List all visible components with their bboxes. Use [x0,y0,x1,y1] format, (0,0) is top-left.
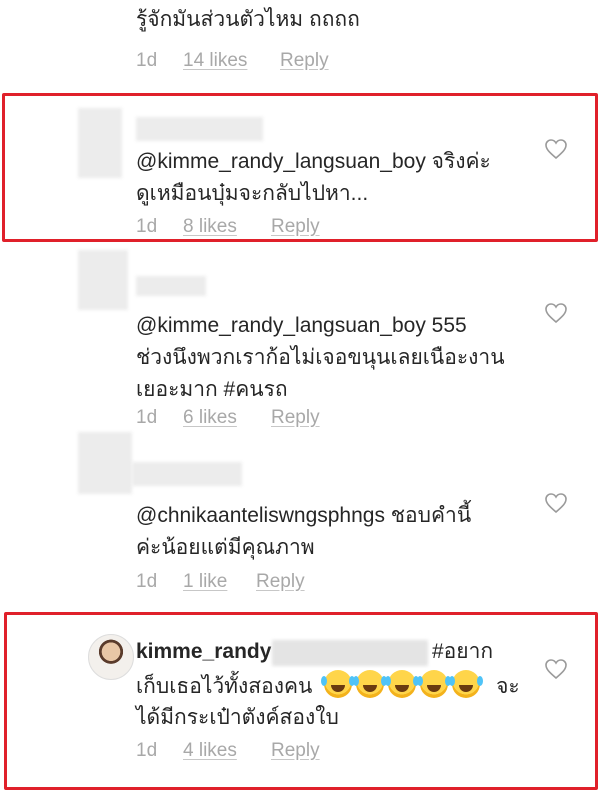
likes-link[interactable]: 1 like [183,571,227,593]
username-blurred [132,462,242,486]
username-blurred [136,117,263,141]
comment-text-line: ดูเหมือนบุ๋มจะกลับไปหา... [136,182,369,205]
comment-text-part: เก็บเธอไว้ทั้งสองคน [136,675,313,698]
likes-link[interactable]: 6 likes [183,407,237,429]
comment-text-line: ได้มีกระเป๋าตังค์สองใบ [136,706,339,729]
heart-outline-icon[interactable] [544,302,568,324]
comment-time: 1d [136,571,158,592]
comment-hashtag[interactable]: #อยาก [432,636,493,668]
laughing-tears-emoji [385,670,417,698]
comment-text-line: เก็บเธอไว้ทั้งสองคน จะ [136,670,520,703]
avatar-blurred [78,432,132,494]
heart-outline-icon[interactable] [544,138,568,160]
comment-username[interactable]: kimme_randy [136,636,271,668]
comment-time: 1d [136,740,158,761]
avatar-blurred [78,108,122,178]
user-avatar[interactable] [88,634,134,680]
comment-text-part: จะ [496,675,520,698]
avatar-blurred [78,250,128,310]
reply-button[interactable]: Reply [271,740,320,762]
reply-button[interactable]: Reply [280,50,329,72]
comment-text-line: ช่วงนึงพวกเราก้อไม่เจอขนุนเลยเนือะงาน [136,346,505,369]
reply-button[interactable]: Reply [256,571,305,593]
reply-button[interactable]: Reply [271,407,320,429]
comment-time: 1d [136,50,158,71]
comment-time: 1d [136,216,158,237]
reply-button[interactable]: Reply [271,216,320,238]
text-blurred [272,640,428,666]
laughing-tears-emoji [417,670,449,698]
laughing-tears-emoji [449,670,481,698]
comment-text-line: @kimme_randy_langsuan_boy จริงค่ะ [136,150,491,173]
likes-link[interactable]: 4 likes [183,740,237,762]
comment-text-line: เยอะมาก #คนรถ [136,378,288,401]
comment-text-line: @chnikaanteliswngsphngs ชอบคำนี้ [136,504,472,527]
comment-text-line: @kimme_randy_langsuan_boy 555 [136,314,467,337]
laughing-tears-emoji [321,670,353,698]
likes-link[interactable]: 8 likes [183,216,237,238]
comment-time: 1d [136,407,158,428]
laughing-tears-emoji [353,670,385,698]
comment-text: รู้จักมันส่วนตัวไหม ถถถถ [136,8,360,31]
heart-outline-icon[interactable] [544,492,568,514]
username-blurred [136,276,206,296]
likes-link[interactable]: 14 likes [183,50,247,72]
heart-outline-icon[interactable] [544,658,568,680]
comment-text-line: ค่ะน้อยแต่มีคุณภาพ [136,536,315,559]
